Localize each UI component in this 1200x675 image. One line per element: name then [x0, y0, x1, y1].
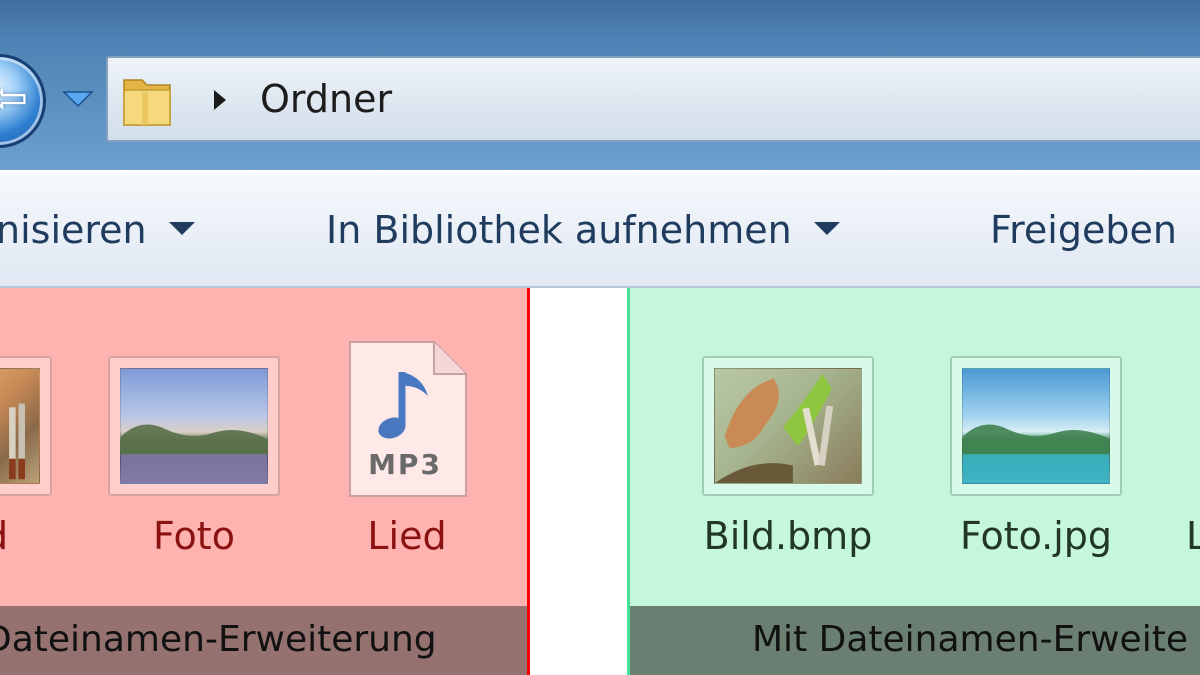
- file-item[interactable]: MP3 Lied: [344, 338, 474, 566]
- folder-icon: [123, 79, 171, 126]
- caption-text: Mit Dateinamen-Erweite: [752, 619, 1188, 660]
- file-item[interactable]: Foto.jpg: [950, 356, 1126, 566]
- back-arrow-icon: ⇦: [0, 73, 28, 124]
- file-name: d: [0, 512, 52, 560]
- chevron-down-icon: [813, 222, 840, 235]
- image-icon: [702, 356, 874, 496]
- file-item[interactable]: d: [0, 356, 60, 566]
- landscape-icon: [121, 424, 267, 483]
- file-name: Foto.jpg: [959, 514, 1113, 558]
- back-button[interactable]: ⇦: [0, 54, 46, 148]
- file-item[interactable]: Bild.bmp: [702, 356, 878, 566]
- paintbrush-icon: [9, 403, 25, 480]
- paint-icon: [715, 373, 834, 483]
- include-in-library-label: In Bibliothek aufnehmen: [326, 208, 792, 252]
- title-bar: ⇦ Ordner: [0, 0, 1200, 170]
- chevron-down-icon: [168, 222, 195, 235]
- caption-bar: Dateinamen-Erweiterung: [0, 606, 527, 675]
- file-name: Lied: [367, 514, 447, 558]
- mp3-badge: MP3: [368, 448, 442, 481]
- file-name: Foto: [153, 514, 235, 558]
- address-bar[interactable]: Ordner: [106, 56, 1200, 142]
- caption-bar: Mit Dateinamen-Erweite: [630, 606, 1200, 675]
- photo-icon: [950, 356, 1122, 496]
- landscape-icon: [963, 424, 1109, 483]
- photo-icon: [108, 356, 280, 496]
- caption-text: Dateinamen-Erweiterung: [0, 619, 437, 660]
- file-pane-without-extensions: d Foto MP3 Lied Dateinamen-Erweiterung: [0, 288, 530, 675]
- command-bar: nisieren In Bibliothek aufnehmen Freigeb…: [0, 170, 1200, 288]
- file-item[interactable]: Foto: [108, 356, 284, 566]
- share-label: Freigeben: [990, 208, 1177, 252]
- file-name: L: [1186, 512, 1200, 560]
- file-pane-with-extensions: Bild.bmp Foto.jpg L Mit Dateinamen-Erwei…: [627, 288, 1200, 675]
- include-in-library-button[interactable]: In Bibliothek aufnehmen: [326, 207, 840, 253]
- breadcrumb-separator-icon[interactable]: [208, 86, 230, 114]
- share-button[interactable]: Freigeben: [990, 207, 1177, 253]
- breadcrumb-folder[interactable]: Ordner: [260, 73, 392, 125]
- file-name: Bild.bmp: [703, 514, 873, 558]
- image-icon: [0, 356, 52, 496]
- organize-menu-button[interactable]: nisieren: [0, 207, 195, 253]
- file-item[interactable]: L: [1186, 356, 1200, 566]
- recent-pages-chevron-icon[interactable]: [60, 80, 96, 116]
- organize-menu-label: nisieren: [0, 208, 147, 252]
- pane-divider: [530, 288, 627, 675]
